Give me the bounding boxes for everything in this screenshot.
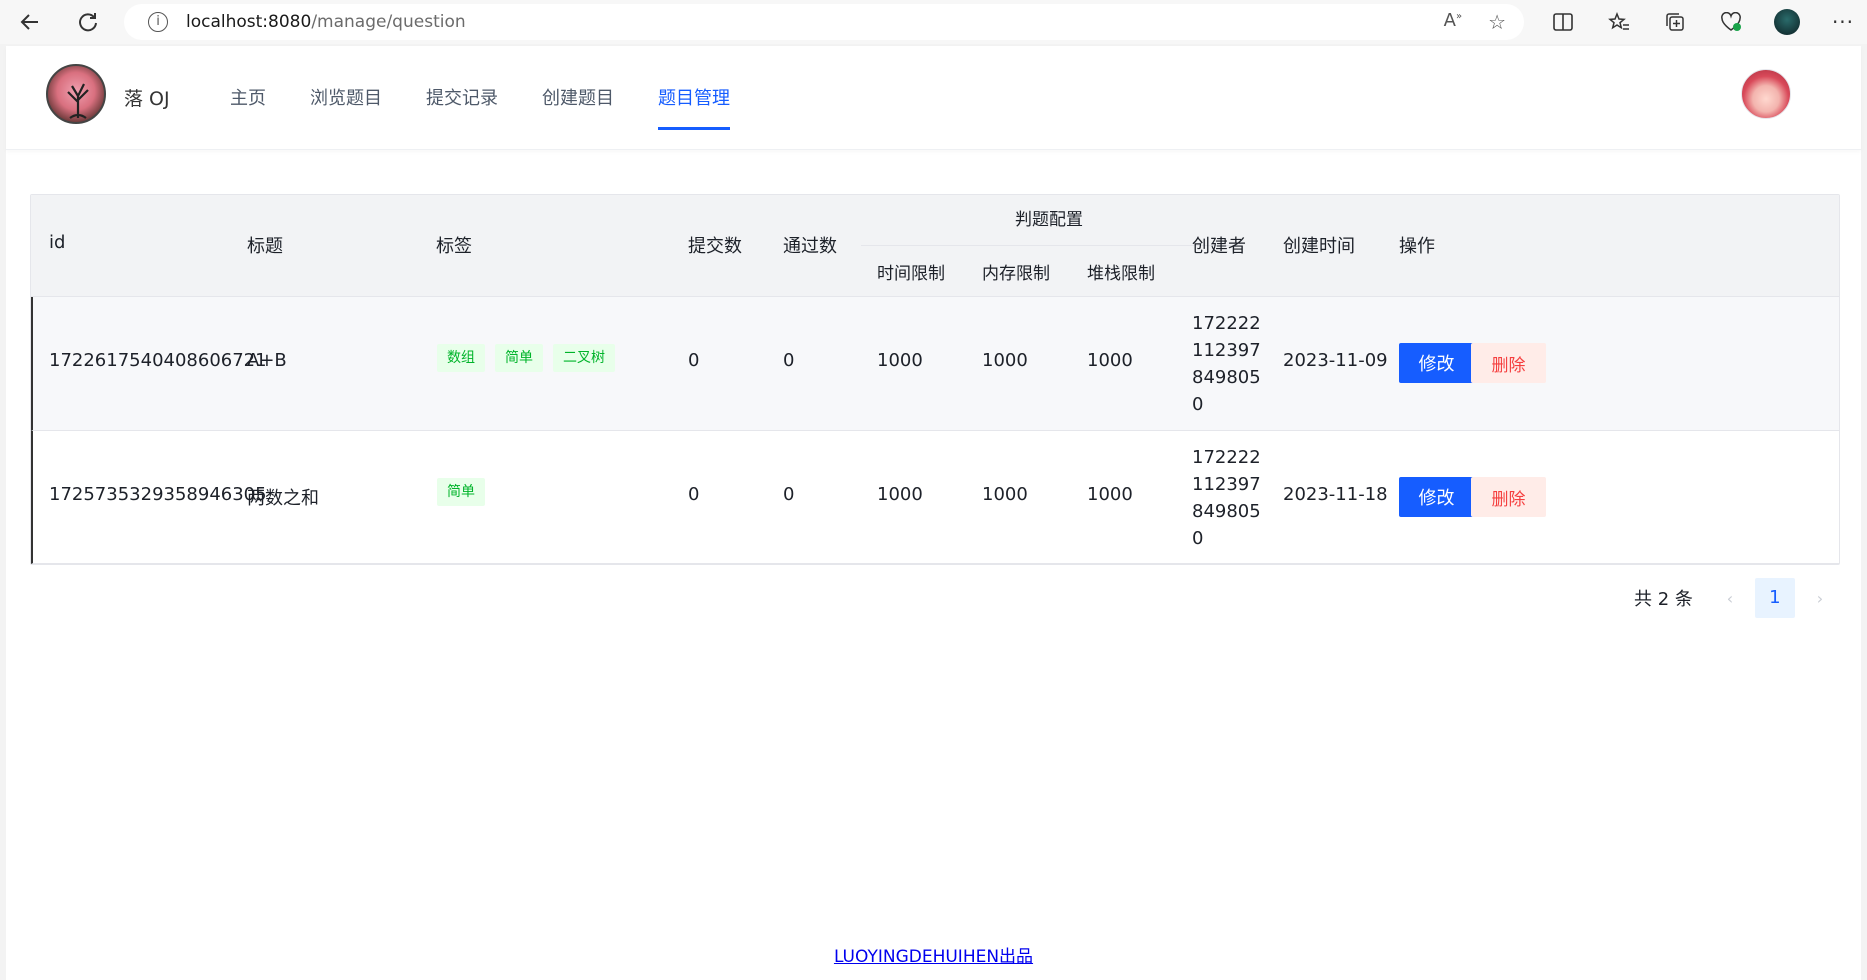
url-host: localhost:8080 bbox=[186, 12, 312, 32]
col-header-actions: 操作 bbox=[1399, 236, 1435, 257]
cell-memory-limit: 1000 bbox=[982, 350, 1028, 371]
col-header-title: 标题 bbox=[247, 236, 283, 257]
read-aloud-icon[interactable]: A» bbox=[1444, 10, 1462, 34]
pagination-total: 共 2 条 bbox=[1634, 589, 1693, 610]
pagination: 共 2 条 ‹ 1 › bbox=[1634, 578, 1837, 618]
col-header-judge-config: 判题配置 bbox=[861, 195, 1237, 246]
col-header-create-time: 创建时间 bbox=[1283, 236, 1355, 257]
edit-button[interactable]: 修改 bbox=[1399, 477, 1474, 517]
cell-create-time: 2023-11-09 bbox=[1283, 350, 1388, 371]
split-screen-icon[interactable] bbox=[1545, 4, 1581, 40]
tag: 二叉树 bbox=[553, 344, 615, 372]
cell-stack-limit: 1000 bbox=[1087, 484, 1133, 505]
cell-time-limit: 1000 bbox=[877, 350, 923, 371]
delete-button[interactable]: 删除 bbox=[1471, 477, 1546, 517]
site-title: 落 OJ bbox=[124, 88, 170, 110]
url-path: /manage/question bbox=[311, 12, 466, 32]
menu-item-submissions[interactable]: 提交记录 bbox=[426, 84, 498, 128]
cell-accepted-num: 0 bbox=[783, 350, 795, 371]
cell-id: 1722617540408606721 bbox=[49, 350, 267, 371]
cell-tags: 数组 简单 二叉树 bbox=[437, 344, 615, 372]
cell-accepted-num: 0 bbox=[783, 484, 795, 505]
back-icon[interactable] bbox=[12, 4, 48, 40]
profile-icon[interactable] bbox=[1769, 4, 1805, 40]
page-number-button[interactable]: 1 bbox=[1754, 578, 1795, 618]
col-header-stack-limit: 堆栈限制 bbox=[1087, 264, 1155, 284]
footer-credit-link[interactable]: LUOYINGDEHUIHEN出品 bbox=[834, 947, 1033, 967]
col-header-tags: 标签 bbox=[436, 236, 472, 257]
address-bar[interactable]: i localhost:8080/manage/question A» ☆ bbox=[124, 4, 1524, 40]
browser-toolbar: i localhost:8080/manage/question A» ☆ ··… bbox=[0, 0, 1867, 44]
site-info-icon[interactable]: i bbox=[148, 12, 168, 32]
main-menu: 主页 浏览题目 提交记录 创建题目 题目管理 bbox=[230, 84, 774, 130]
cell-tags: 简单 bbox=[437, 478, 485, 506]
more-menu-icon[interactable]: ··· bbox=[1825, 4, 1861, 40]
col-header-id: id bbox=[49, 232, 66, 253]
col-header-memory-limit: 内存限制 bbox=[982, 264, 1050, 284]
cell-title: 两数之和 bbox=[247, 488, 319, 509]
cell-time-limit: 1000 bbox=[877, 484, 923, 505]
footer: LUOYINGDEHUIHEN出品 bbox=[6, 942, 1861, 967]
col-header-time-limit: 时间限制 bbox=[877, 264, 945, 284]
favorite-star-icon[interactable]: ☆ bbox=[1488, 10, 1506, 34]
delete-button[interactable]: 删除 bbox=[1471, 343, 1546, 383]
menu-item-browse-questions[interactable]: 浏览题目 bbox=[310, 84, 382, 128]
browser-essentials-icon[interactable] bbox=[1713, 4, 1749, 40]
menu-item-home[interactable]: 主页 bbox=[230, 84, 266, 128]
page-content: 落 OJ 主页 浏览题目 提交记录 创建题目 题目管理 id 标题 标签 提交数… bbox=[6, 46, 1861, 980]
cell-stack-limit: 1000 bbox=[1087, 350, 1133, 371]
menu-item-create-question[interactable]: 创建题目 bbox=[542, 84, 614, 128]
cell-submit-num: 0 bbox=[688, 350, 700, 371]
table-row: 1722617540408606721 A+B 数组 简单 二叉树 0 0 10… bbox=[31, 297, 1839, 431]
cell-title: A+B bbox=[247, 350, 287, 371]
cell-creator: 1722221123978498050 bbox=[1192, 313, 1261, 415]
cell-memory-limit: 1000 bbox=[982, 484, 1028, 505]
cell-creator: 1722221123978498050 bbox=[1192, 447, 1261, 549]
user-avatar[interactable] bbox=[1741, 69, 1791, 119]
cell-create-time: 2023-11-18 bbox=[1283, 484, 1388, 505]
tag: 简单 bbox=[437, 478, 485, 506]
reload-icon[interactable] bbox=[70, 4, 106, 40]
cell-submit-num: 0 bbox=[688, 484, 700, 505]
prev-page-icon[interactable]: ‹ bbox=[1713, 589, 1747, 608]
menu-item-manage-questions[interactable]: 题目管理 bbox=[658, 84, 730, 130]
question-table: id 标题 标签 提交数 通过数 判题配置 时间限制 内存限制 堆栈限制 创建者… bbox=[30, 194, 1840, 565]
edit-button[interactable]: 修改 bbox=[1399, 343, 1474, 383]
table-row: 1725735329358946305 两数之和 简单 0 0 1000 100… bbox=[31, 431, 1839, 564]
site-logo[interactable] bbox=[46, 64, 106, 124]
collections-icon[interactable] bbox=[1657, 4, 1693, 40]
next-page-icon[interactable]: › bbox=[1803, 589, 1837, 608]
col-header-submit-num: 提交数 bbox=[688, 236, 742, 257]
global-header: 落 OJ 主页 浏览题目 提交记录 创建题目 题目管理 bbox=[6, 46, 1861, 150]
col-header-accepted-num: 通过数 bbox=[783, 236, 837, 257]
cell-id: 1725735329358946305 bbox=[49, 484, 267, 505]
table-header: id 标题 标签 提交数 通过数 判题配置 时间限制 内存限制 堆栈限制 创建者… bbox=[31, 195, 1839, 297]
favorites-icon[interactable] bbox=[1601, 4, 1637, 40]
col-header-creator: 创建者 bbox=[1192, 236, 1246, 257]
tag: 简单 bbox=[495, 344, 543, 372]
tag: 数组 bbox=[437, 344, 485, 372]
